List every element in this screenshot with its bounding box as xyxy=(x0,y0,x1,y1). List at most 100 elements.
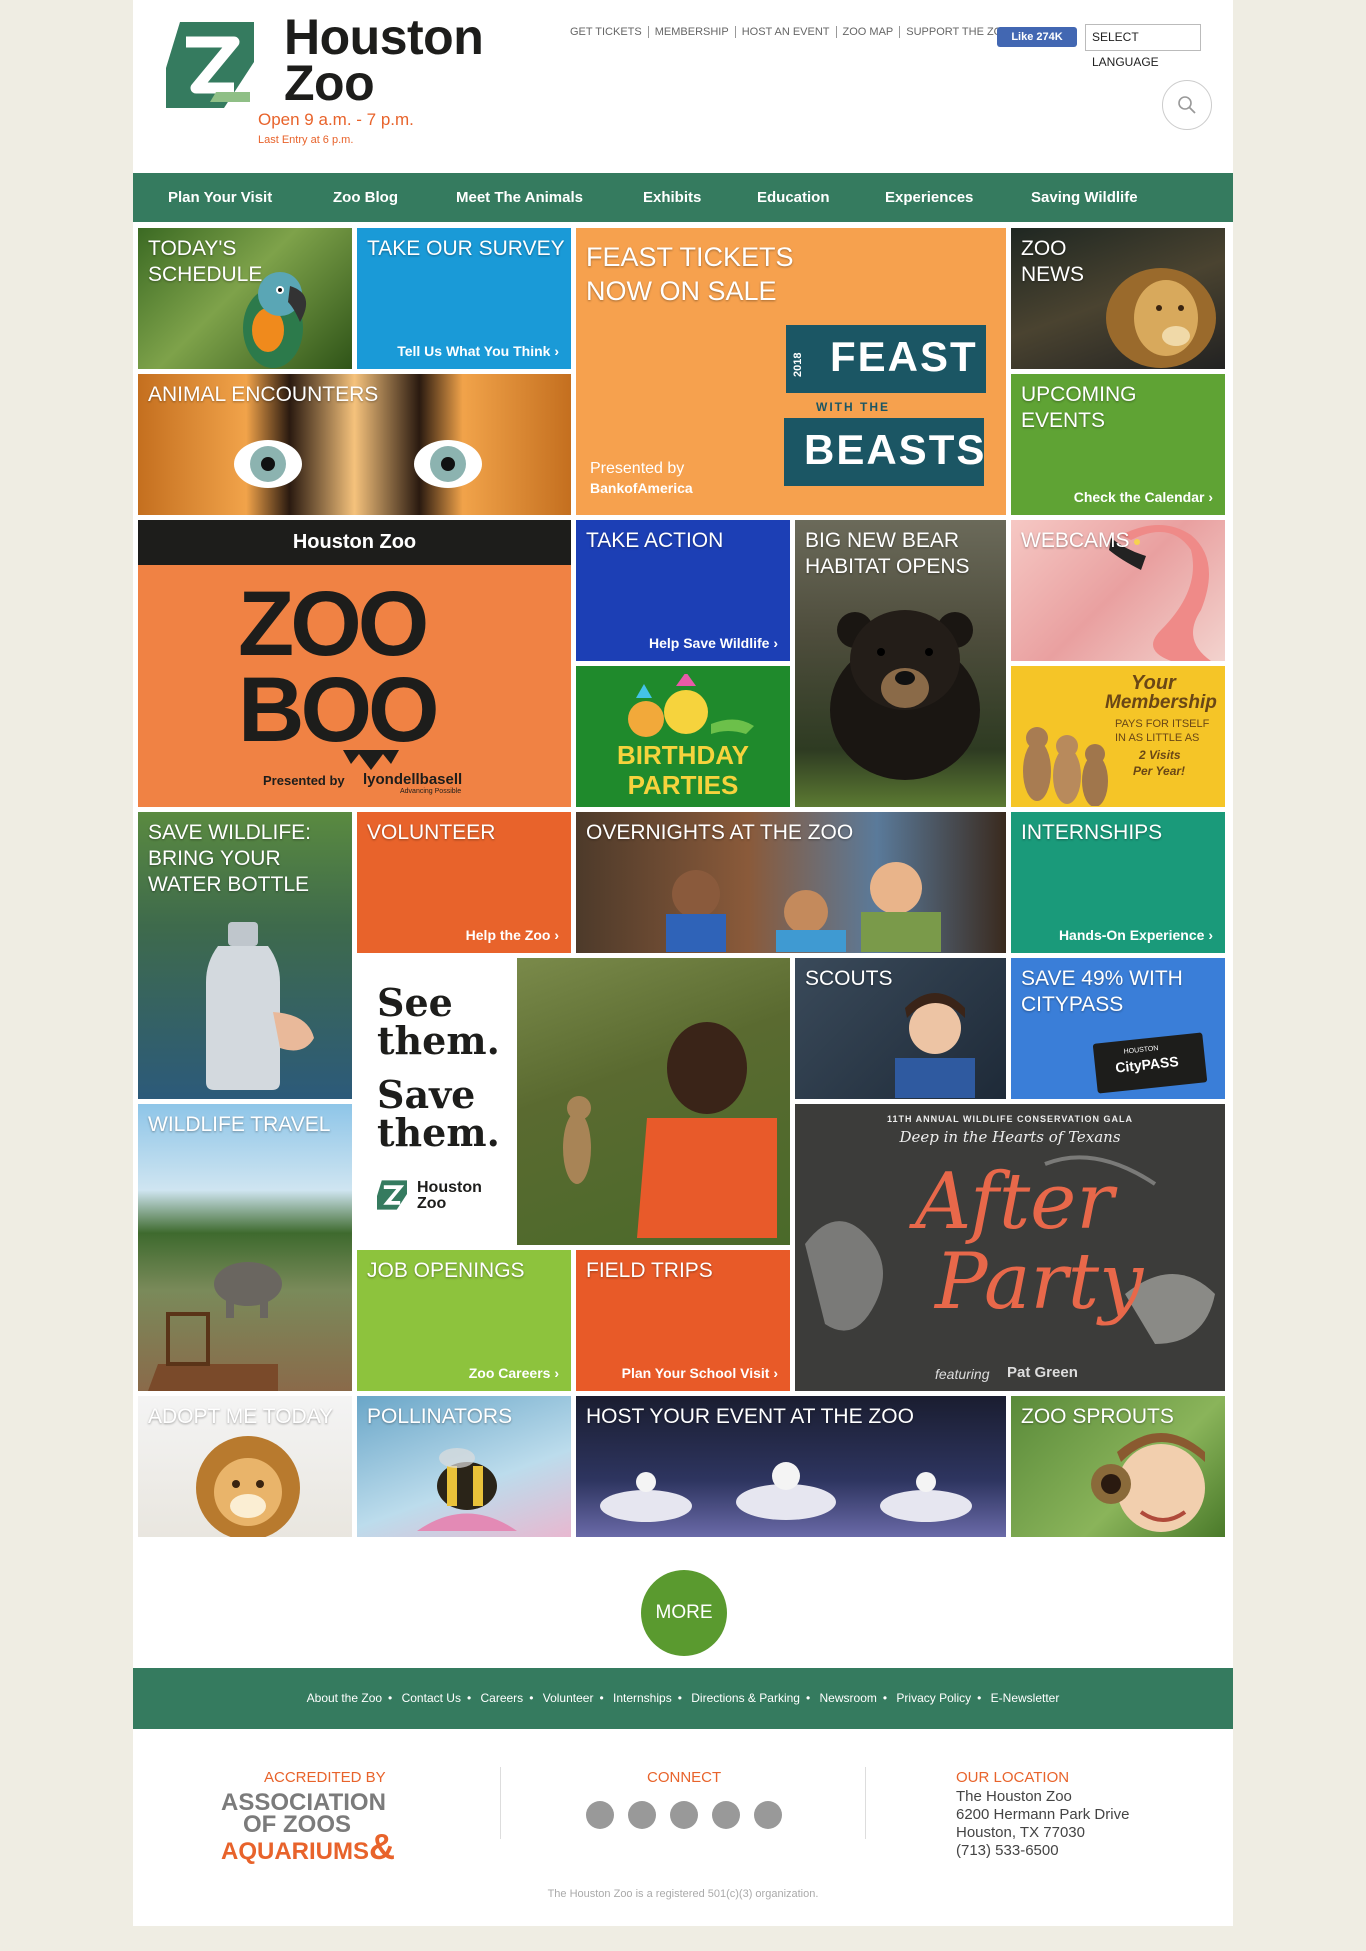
tile-title: TAKE ACTION xyxy=(586,529,724,552)
membership-line3: PAYS FOR ITSELF xyxy=(1115,718,1210,730)
tile-gala-after-party[interactable]: 11TH ANNUAL WILDLIFE CONSERVATION GALA D… xyxy=(795,1104,1225,1391)
footer-link-volunteer[interactable]: Volunteer xyxy=(539,1691,598,1705)
citypass-ticket-top: HOUSTON xyxy=(1123,1045,1159,1056)
tile-pollinators[interactable]: POLLINATORS xyxy=(357,1396,571,1537)
tile-scouts[interactable]: SCOUTS xyxy=(795,958,1006,1099)
brand-line1: Houston xyxy=(417,1179,482,1196)
feast-with-the: WITH THE xyxy=(816,400,890,414)
tile-animal-encounters[interactable]: ANIMAL ENCOUNTERS xyxy=(138,374,571,515)
host-event-link[interactable]: HOST AN EVENT xyxy=(736,26,837,38)
tile-link[interactable]: Hands-On Experience xyxy=(1059,927,1213,943)
footer-link-contact[interactable]: Contact Us xyxy=(398,1691,465,1705)
tile-wildlife-travel[interactable]: WILDLIFE TRAVEL xyxy=(138,1104,352,1391)
nav-saving-wildlife[interactable]: Saving Wildlife xyxy=(1031,173,1138,222)
membership-line6: Per Year! xyxy=(1133,764,1186,778)
instagram-icon[interactable] xyxy=(754,1801,782,1829)
tile-link[interactable]: Help Save Wildlife xyxy=(649,635,778,651)
tile-link[interactable]: Tell Us What You Think xyxy=(397,343,559,359)
boy-with-meerkat-image xyxy=(517,958,790,1245)
tile-title: POLLINATORS xyxy=(367,1405,513,1428)
more-button[interactable]: MORE xyxy=(641,1570,727,1656)
youtube-icon[interactable] xyxy=(712,1801,740,1829)
tile-title: TAKE OUR SURVEY xyxy=(367,237,565,260)
search-icon xyxy=(1178,96,1196,114)
tile-webcams[interactable]: WEBCAMS xyxy=(1011,520,1225,661)
get-tickets-link[interactable]: GET TICKETS xyxy=(564,26,649,38)
bear-image xyxy=(830,610,980,780)
zoo-boo-presented: Presented by xyxy=(263,773,345,788)
twitter-icon[interactable] xyxy=(586,1801,614,1829)
aza-line3-wrap: AQUARIUMS& xyxy=(221,1829,395,1865)
tile-link[interactable]: Check the Calendar xyxy=(1074,489,1213,505)
gala-artist: Pat Green xyxy=(1007,1364,1078,1381)
nav-experiences[interactable]: Experiences xyxy=(885,173,973,222)
feast-banner: 2018 FEAST xyxy=(786,325,986,393)
location-line: Houston, TX 77030 xyxy=(956,1824,1085,1841)
location-phone[interactable]: (713) 533-6500 xyxy=(956,1842,1129,1860)
tile-internships[interactable]: INTERNSHIPS Hands-On Experience xyxy=(1011,812,1225,953)
tile-feast-tickets[interactable]: FEAST TICKETS NOW ON SALE 2018 FEAST WIT… xyxy=(576,228,1006,515)
footer-link-newsroom[interactable]: Newsroom xyxy=(816,1691,881,1705)
zoo-map-link[interactable]: ZOO MAP xyxy=(837,26,901,38)
tile-save-wildlife-bottle[interactable]: SAVE WILDLIFE: BRING YOUR WATER BOTTLE xyxy=(138,812,352,1099)
bee-image xyxy=(417,1448,517,1531)
tile-membership[interactable]: Your Membership PAYS FOR ITSELF IN AS LI… xyxy=(1011,666,1225,807)
pinterest-icon[interactable] xyxy=(670,1801,698,1829)
footer-link-newsletter[interactable]: E-Newsletter xyxy=(987,1691,1064,1705)
footer-link-internships[interactable]: Internships xyxy=(609,1691,676,1705)
tile-see-them-save-them[interactable]: See them. Save them. Houston Zoo xyxy=(357,958,790,1245)
tile-birthday-parties[interactable]: BIRTHDAY PARTIES xyxy=(576,666,790,807)
nav-meet-the-animals[interactable]: Meet The Animals xyxy=(456,173,583,222)
last-entry-time: Last Entry at 6 p.m. xyxy=(258,134,354,146)
nav-exhibits[interactable]: Exhibits xyxy=(643,173,701,222)
tile-take-action[interactable]: TAKE ACTION Help Save Wildlife xyxy=(576,520,790,661)
houston-zoo-logo-icon[interactable] xyxy=(166,22,254,108)
location-heading: OUR LOCATION xyxy=(956,1769,1070,1786)
facebook-like-button[interactable]: Like 274K xyxy=(997,27,1077,47)
footer-link-privacy[interactable]: Privacy Policy xyxy=(892,1691,975,1705)
zoo-boo-zoo: ZOO xyxy=(238,573,429,675)
see-line4: them. xyxy=(377,1110,500,1155)
search-button[interactable] xyxy=(1162,80,1212,130)
tile-adopt-me[interactable]: ADOPT ME TODAY xyxy=(138,1396,352,1537)
footer-separator: • xyxy=(882,1691,888,1705)
language-select[interactable]: SELECT LANGUAGE xyxy=(1085,24,1201,69)
tile-todays-schedule[interactable]: TODAY'S SCHEDULE xyxy=(138,228,352,369)
tile-bear-habitat[interactable]: BIG NEW BEAR HABITAT OPENS xyxy=(795,520,1006,807)
footer-separator: • xyxy=(977,1691,982,1705)
facebook-icon[interactable] xyxy=(628,1801,656,1829)
tile-take-our-survey[interactable]: TAKE OUR SURVEY Tell Us What You Think xyxy=(357,228,571,369)
tile-volunteer[interactable]: VOLUNTEER Help the Zoo xyxy=(357,812,571,953)
tile-zoo-news[interactable]: ZOO NEWS xyxy=(1011,228,1225,369)
birthday-animals-icon xyxy=(628,674,754,737)
tile-job-openings[interactable]: JOB OPENINGS Zoo Careers xyxy=(357,1250,571,1391)
nav-plan-your-visit[interactable]: Plan Your Visit xyxy=(168,173,272,222)
footer-separator: • xyxy=(466,1691,472,1705)
page-frame: Houston Zoo Open 9 a.m. - 7 p.m. Last En… xyxy=(133,0,1233,1926)
tile-field-trips[interactable]: FIELD TRIPS Plan Your School Visit xyxy=(576,1250,790,1391)
site-logo-text[interactable]: Houston Zoo xyxy=(284,12,484,111)
tile-link[interactable]: Zoo Careers xyxy=(469,1365,559,1381)
connect-heading: CONNECT xyxy=(647,1769,722,1786)
logo-line-zoo: Zoo xyxy=(284,55,375,111)
tile-link[interactable]: Plan Your School Visit xyxy=(622,1365,778,1381)
tile-overnights[interactable]: OVERNIGHTS AT THE ZOO xyxy=(576,812,1006,953)
tile-title: OVERNIGHTS AT THE ZOO xyxy=(586,821,854,844)
footer-link-careers[interactable]: Careers xyxy=(477,1691,528,1705)
location-line: The Houston Zoo xyxy=(956,1788,1072,1805)
nav-education[interactable]: Education xyxy=(757,173,830,222)
membership-line5: 2 Visits xyxy=(1139,748,1181,762)
tile-citypass[interactable]: SAVE 49% WITH CITYPASS HOUSTON CityPASS xyxy=(1011,958,1225,1099)
tile-zoo-sprouts[interactable]: ZOO SPROUTS xyxy=(1011,1396,1225,1537)
membership-link[interactable]: MEMBERSHIP xyxy=(649,26,736,38)
footer-link-directions[interactable]: Directions & Parking xyxy=(687,1691,804,1705)
tile-host-event[interactable]: HOST YOUR EVENT AT THE ZOO xyxy=(576,1396,1006,1537)
tile-link[interactable]: Help the Zoo xyxy=(466,927,559,943)
tile-zoo-boo[interactable]: Houston Zoo ZOO BOO Presented by lyondel… xyxy=(138,520,571,807)
footer-link-about[interactable]: About the Zoo xyxy=(303,1691,386,1705)
tile-upcoming-events[interactable]: UPCOMING EVENTS Check the Calendar xyxy=(1011,374,1225,515)
nav-zoo-blog[interactable]: Zoo Blog xyxy=(333,173,398,222)
footer-separator: • xyxy=(805,1691,811,1705)
aza-logo[interactable]: ASSOCIATION OF ZOOS AQUARIUMS& xyxy=(221,1791,395,1865)
lyondellbasell-tagline: Advancing Possible xyxy=(400,788,462,795)
